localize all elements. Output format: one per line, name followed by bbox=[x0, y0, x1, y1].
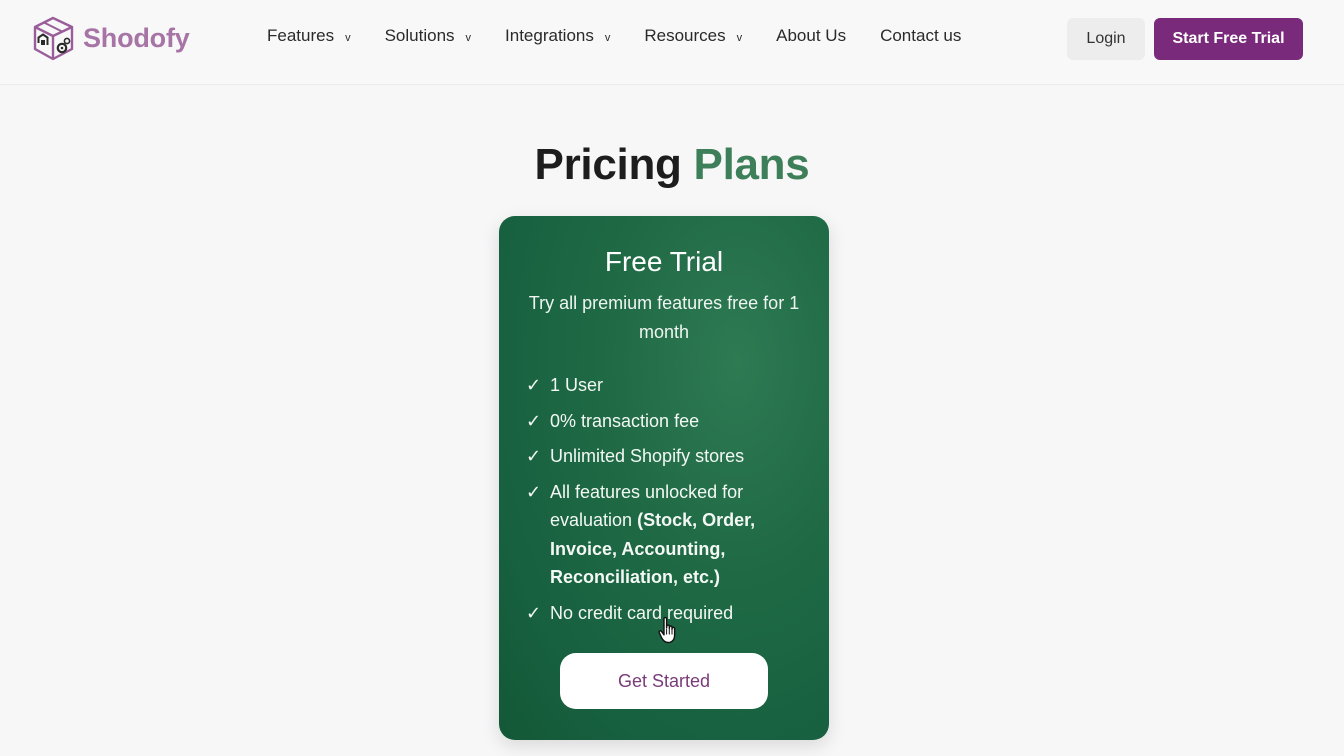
login-button[interactable]: Login bbox=[1067, 18, 1145, 60]
page-title: Pricing Plans bbox=[0, 140, 1344, 190]
nav-item-integrations[interactable]: Integrations v bbox=[505, 24, 610, 48]
nav-item-resources[interactable]: Resources v bbox=[644, 24, 742, 48]
brand-logo[interactable]: Shodofy bbox=[31, 15, 190, 61]
nav-item-label: About Us bbox=[776, 26, 847, 45]
plan-feature-list: ✓ 1 User ✓ 0% transaction fee ✓ Unlimite… bbox=[526, 371, 816, 634]
box-warehouse-gear-icon bbox=[33, 16, 74, 61]
feature-text: All features unlocked for evaluation (St… bbox=[550, 478, 816, 592]
nav-item-label: Solutions bbox=[384, 26, 455, 45]
chevron-down-icon: v bbox=[736, 32, 743, 44]
brand-name: Shodofy bbox=[83, 22, 190, 53]
list-item: ✓ Unlimited Shopify stores bbox=[526, 442, 816, 471]
nav-item-label: Resources bbox=[644, 26, 726, 45]
nav-item-label: Integrations bbox=[505, 26, 594, 45]
chevron-down-icon: v bbox=[465, 32, 472, 44]
feature-text: No credit card required bbox=[550, 602, 734, 623]
check-icon: ✓ bbox=[526, 375, 542, 395]
page-title-main: Pricing bbox=[534, 140, 682, 189]
chevron-down-icon: v bbox=[604, 32, 611, 44]
feature-text: 0% transaction fee bbox=[550, 410, 700, 431]
chevron-down-icon: v bbox=[345, 32, 351, 44]
nav-item-contact-us[interactable]: Contact us bbox=[880, 24, 961, 48]
nav-item-label: Features bbox=[267, 26, 335, 45]
check-icon: ✓ bbox=[526, 481, 542, 502]
list-item: ✓ 0% transaction fee bbox=[526, 407, 816, 436]
list-item: ✓ All features unlocked for evaluation (… bbox=[526, 478, 816, 592]
list-item: ✓ 1 User bbox=[526, 371, 816, 400]
nav-item-about-us[interactable]: About Us bbox=[776, 24, 846, 48]
start-free-trial-button[interactable]: Start Free Trial bbox=[1154, 18, 1303, 60]
free-trial-plan-card: Free Trial Try all premium features free… bbox=[499, 216, 829, 740]
nav-item-features[interactable]: Features v bbox=[267, 24, 351, 48]
get-started-button[interactable]: Get Started bbox=[560, 653, 768, 709]
check-icon: ✓ bbox=[526, 410, 542, 431]
feature-text: 1 User bbox=[550, 375, 604, 395]
nav-item-label: Contact us bbox=[880, 26, 962, 45]
nav-item-solutions[interactable]: Solutions v bbox=[385, 24, 471, 48]
check-icon: ✓ bbox=[526, 602, 542, 623]
main-nav: Features v Solutions v Integrations v Re… bbox=[267, 24, 995, 48]
check-icon: ✓ bbox=[526, 446, 542, 466]
plan-subtitle: Try all premium features free for 1 mont… bbox=[528, 293, 800, 342]
top-navbar: Shodofy Features v Solutions v Integrati… bbox=[0, 0, 1344, 85]
hand-pointer-icon bbox=[658, 616, 680, 651]
plan-title: Free Trial bbox=[604, 246, 724, 277]
feature-text: Unlimited Shopify stores bbox=[550, 446, 745, 466]
page-title-accent: Plans bbox=[693, 140, 810, 189]
